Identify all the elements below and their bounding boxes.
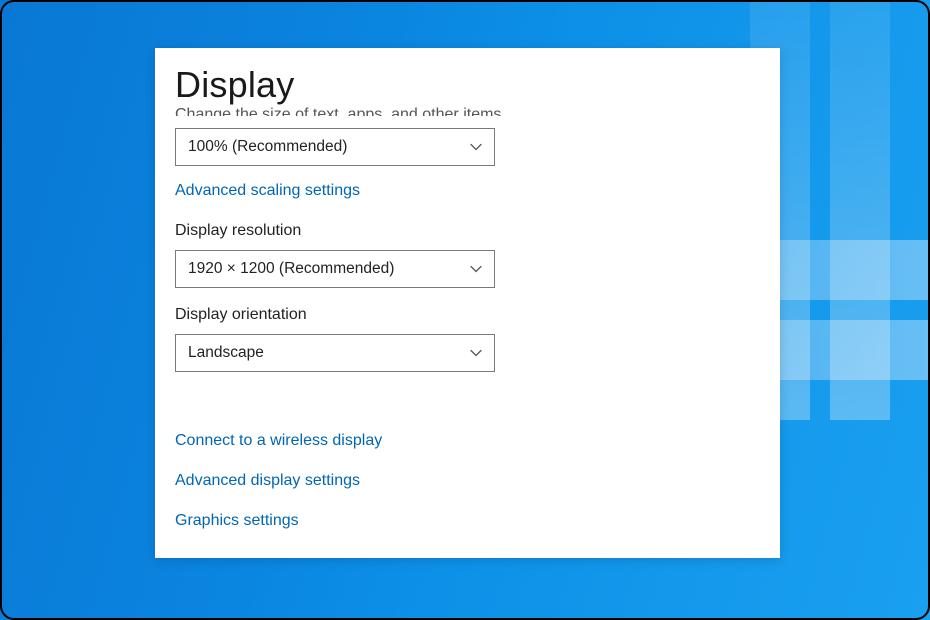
resolution-label: Display resolution [175, 222, 750, 240]
advanced-scaling-link[interactable]: Advanced scaling settings [175, 182, 360, 200]
related-links: Connect to a wireless display Advanced d… [175, 432, 750, 530]
scale-dropdown-value: 100% (Recommended) [188, 138, 347, 156]
page-title: Display [155, 48, 780, 110]
resolution-dropdown-value: 1920 × 1200 (Recommended) [188, 260, 394, 278]
connect-wireless-display-link[interactable]: Connect to a wireless display [175, 432, 382, 450]
chevron-down-icon [470, 263, 482, 275]
scale-label: Change the size of text, apps, and other… [175, 106, 750, 116]
settings-display-window: Display Change the size of text, apps, a… [155, 48, 780, 558]
orientation-dropdown[interactable]: Landscape [175, 334, 495, 372]
chevron-down-icon [470, 141, 482, 153]
orientation-dropdown-value: Landscape [188, 344, 264, 362]
orientation-label: Display orientation [175, 306, 750, 324]
graphics-settings-link[interactable]: Graphics settings [175, 512, 299, 530]
resolution-dropdown[interactable]: 1920 × 1200 (Recommended) [175, 250, 495, 288]
scale-dropdown[interactable]: 100% (Recommended) [175, 128, 495, 166]
advanced-display-settings-link[interactable]: Advanced display settings [175, 472, 360, 490]
chevron-down-icon [470, 347, 482, 359]
